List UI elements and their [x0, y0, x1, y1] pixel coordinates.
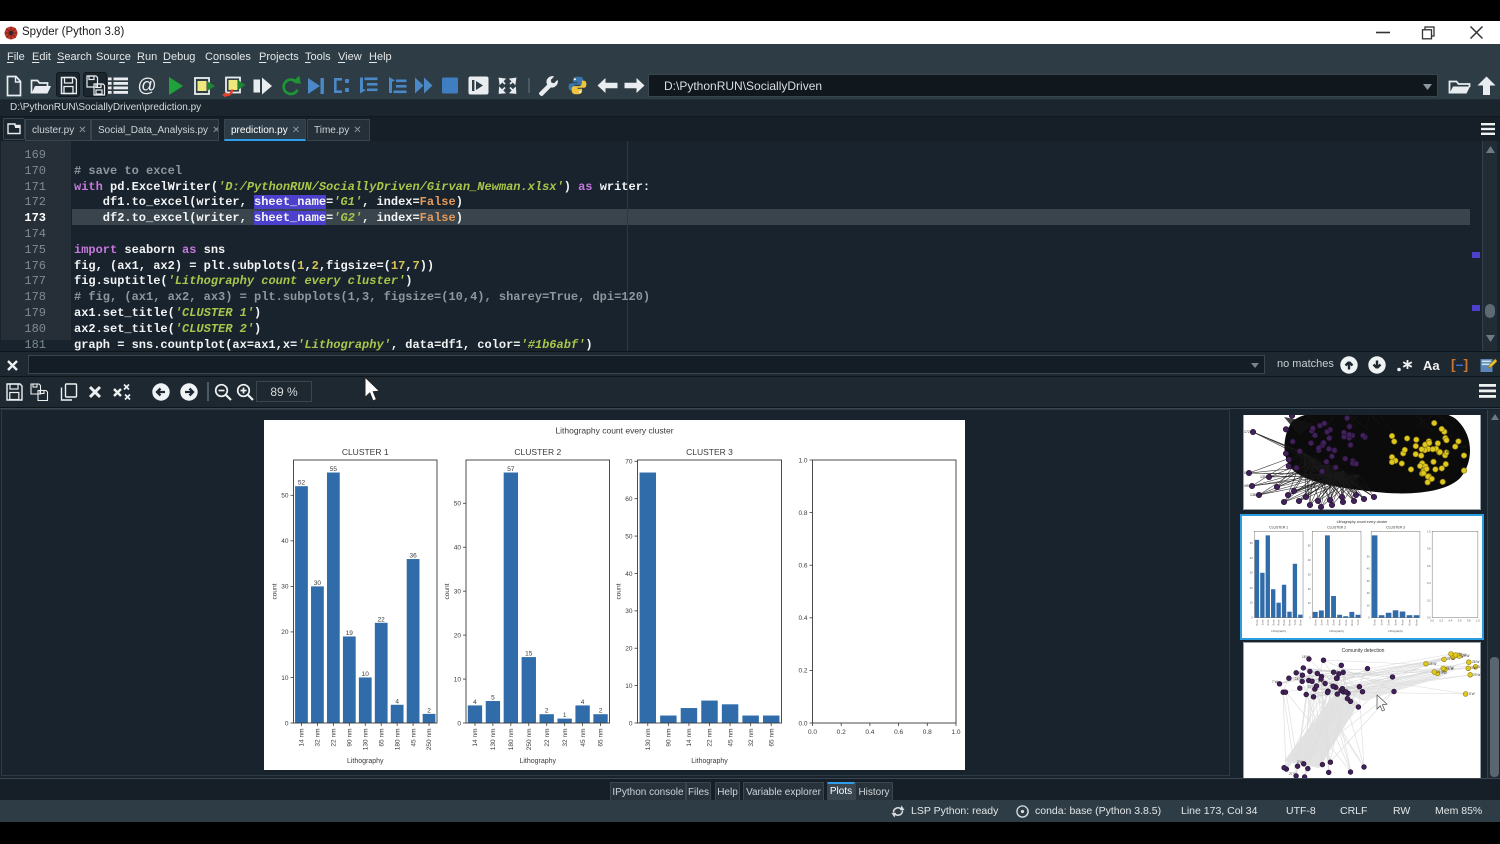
- svg-text:50: 50: [1308, 544, 1311, 548]
- svg-text:0.4: 0.4: [1449, 619, 1453, 623]
- svg-text:3 W: 3 W: [1443, 450, 1450, 454]
- svg-text:27 W: 27 W: [1446, 666, 1453, 670]
- svg-text:10: 10: [1308, 601, 1311, 605]
- svg-text:@: @: [137, 76, 156, 97]
- svg-text:20: 20: [1308, 587, 1311, 591]
- svg-text:2 W: 2 W: [1297, 760, 1303, 764]
- svg-text:138: 138: [1250, 493, 1256, 497]
- svg-text:2 nm: 2 nm: [1325, 619, 1329, 626]
- svg-text:0.8: 0.8: [1427, 547, 1431, 551]
- svg-text:0.4: 0.4: [1427, 581, 1431, 585]
- svg-text:Lithography: Lithography: [1388, 629, 1403, 633]
- svg-text:10: 10: [1250, 601, 1253, 605]
- svg-text:21 W: 21 W: [1447, 657, 1454, 661]
- svg-text:3 W: 3 W: [1471, 666, 1477, 670]
- svg-text:50: 50: [1250, 541, 1253, 545]
- svg-text:0.2: 0.2: [1427, 598, 1431, 602]
- svg-text:4 nm: 4 nm: [1277, 619, 1281, 626]
- svg-text:CLUSTER 2: CLUSTER 2: [1327, 526, 1346, 530]
- svg-text:5 W: 5 W: [1469, 692, 1475, 696]
- svg-text:5 W: 5 W: [1478, 665, 1482, 669]
- svg-text:130: 130: [1260, 475, 1266, 479]
- svg-text:50: 50: [1367, 554, 1370, 558]
- svg-text:172: 172: [1244, 430, 1250, 434]
- svg-text:5 nm: 5 nm: [1407, 619, 1411, 626]
- svg-text:1 nm: 1 nm: [1260, 619, 1264, 626]
- svg-text:1 nm: 1 nm: [1319, 619, 1323, 626]
- svg-text:CLUSTER 1: CLUSTER 1: [1269, 526, 1288, 530]
- svg-text:6 nm: 6 nm: [1350, 619, 1354, 626]
- svg-text:7 nm: 7 nm: [1293, 619, 1297, 626]
- svg-text:40: 40: [1367, 567, 1370, 571]
- svg-text:0: 0: [1251, 616, 1253, 620]
- svg-text:5 nm: 5 nm: [1282, 619, 1286, 626]
- svg-text:30: 30: [1250, 571, 1253, 575]
- svg-text:Lithography count every cluste: Lithography count every cluster: [1337, 520, 1389, 524]
- svg-text:27 W: 27 W: [1289, 772, 1296, 776]
- svg-text:20: 20: [1367, 591, 1370, 595]
- svg-text:3 nm: 3 nm: [1332, 619, 1336, 626]
- svg-text:130: 130: [1244, 471, 1246, 475]
- svg-text:CLUSTER 3: CLUSTER 3: [1386, 526, 1405, 530]
- svg-text:30: 30: [1308, 572, 1311, 576]
- svg-text:9 W: 9 W: [1318, 680, 1324, 684]
- svg-text:Lithography: Lithography: [1271, 629, 1286, 633]
- svg-text:23 W: 23 W: [1437, 670, 1444, 674]
- svg-text:5 nm: 5 nm: [1344, 619, 1348, 626]
- svg-text:29 W: 29 W: [1339, 688, 1346, 692]
- svg-text:0: 0: [1309, 616, 1311, 620]
- svg-text:195: 195: [1244, 484, 1249, 488]
- svg-text:29 W: 29 W: [1473, 673, 1480, 677]
- svg-text:2 nm: 2 nm: [1266, 619, 1270, 626]
- svg-text:2 nm: 2 nm: [1387, 619, 1391, 626]
- svg-text:40: 40: [1308, 558, 1311, 562]
- svg-text:6 nm: 6 nm: [1288, 619, 1292, 626]
- svg-text:8 nm: 8 nm: [1298, 619, 1302, 626]
- svg-text:18 W: 18 W: [1302, 655, 1309, 659]
- svg-text:0: 0: [1368, 616, 1370, 620]
- svg-text:0 nm: 0 nm: [1255, 619, 1259, 626]
- svg-text:0.6: 0.6: [1458, 619, 1462, 623]
- svg-text:Comunity detection: Comunity detection: [1342, 648, 1385, 654]
- svg-text:1.0: 1.0: [1427, 529, 1431, 533]
- svg-text:15 W: 15 W: [1459, 653, 1466, 657]
- svg-text:40: 40: [1250, 556, 1253, 560]
- svg-text:0 nm: 0 nm: [1313, 619, 1317, 626]
- svg-text:4 nm: 4 nm: [1338, 619, 1342, 626]
- svg-text:1 nm: 1 nm: [1380, 619, 1384, 626]
- svg-text:6 nm: 6 nm: [1415, 619, 1419, 626]
- svg-text:4 nm: 4 nm: [1401, 619, 1405, 626]
- svg-text:7 nm: 7 nm: [1356, 619, 1360, 626]
- svg-text:25 W: 25 W: [1429, 662, 1436, 666]
- svg-text:0 nm: 0 nm: [1373, 619, 1377, 626]
- svg-text:7 W: 7 W: [1272, 680, 1278, 684]
- svg-text:6 W: 6 W: [1295, 671, 1301, 675]
- svg-text:3 nm: 3 nm: [1271, 619, 1275, 626]
- svg-text:30: 30: [1367, 579, 1370, 583]
- svg-text:3 nm: 3 nm: [1394, 619, 1398, 626]
- svg-text:8 W: 8 W: [1332, 670, 1338, 674]
- svg-text:0.8: 0.8: [1467, 619, 1471, 623]
- svg-text:0.2: 0.2: [1439, 619, 1443, 623]
- svg-text:10: 10: [1367, 603, 1370, 607]
- svg-text:24 W: 24 W: [1458, 445, 1467, 449]
- svg-text:0.0: 0.0: [1430, 619, 1434, 623]
- svg-text:20: 20: [1250, 586, 1253, 590]
- svg-text:Lithography: Lithography: [1329, 629, 1344, 633]
- svg-text:1.0: 1.0: [1476, 619, 1480, 623]
- svg-text:0.6: 0.6: [1427, 564, 1431, 568]
- svg-text:28 W: 28 W: [1472, 660, 1479, 664]
